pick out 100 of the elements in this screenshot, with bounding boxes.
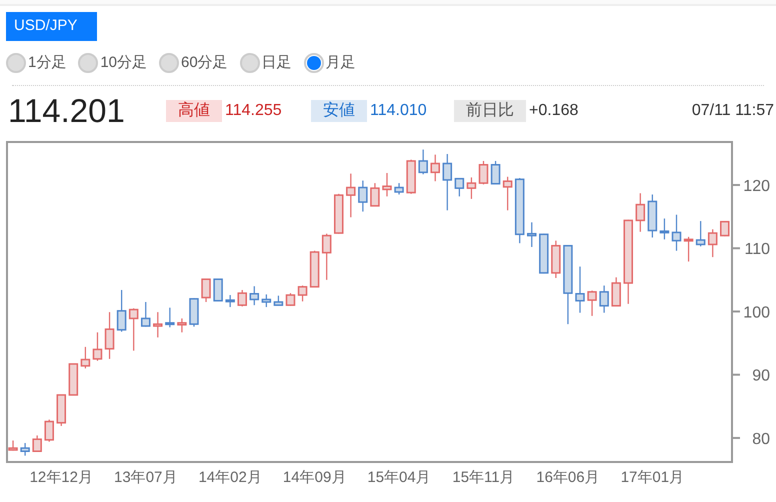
- candlestick: [672, 214, 682, 251]
- axis-tick: [732, 436, 740, 439]
- period-radio[interactable]: 月足: [304, 52, 356, 74]
- candlestick: [274, 296, 284, 306]
- candlestick: [539, 234, 549, 274]
- candlestick: [165, 308, 175, 328]
- candlestick: [708, 229, 718, 258]
- radio-button[interactable]: [240, 53, 260, 73]
- candlestick: [56, 394, 66, 426]
- candlestick: [418, 150, 428, 174]
- candlestick: [587, 290, 597, 316]
- y-axis-label: 110: [744, 241, 770, 258]
- x-axis-label: 16年06月: [536, 469, 600, 486]
- candlestick: [68, 363, 78, 396]
- candlestick: [8, 440, 18, 451]
- candlestick: [177, 318, 187, 332]
- candlestick: [575, 266, 585, 313]
- period-radio[interactable]: 10分足: [78, 52, 148, 74]
- candlestick: [720, 220, 730, 236]
- candlestick: [140, 302, 150, 327]
- candlestick: [370, 183, 380, 207]
- period-radio[interactable]: 日足: [240, 52, 292, 74]
- candlestick: [32, 435, 42, 452]
- candlestick: [116, 290, 126, 332]
- candlestick: [394, 183, 404, 194]
- currency-pair-button[interactable]: USD/JPY: [6, 12, 97, 41]
- candlestick: [502, 176, 512, 210]
- candlestick: [648, 194, 658, 238]
- candlestick: [358, 180, 368, 212]
- stat-value: 114.255: [225, 101, 282, 121]
- x-axis-label: 17年01月: [620, 469, 684, 486]
- y-axis-label: 120: [743, 178, 770, 195]
- candlestick: [406, 160, 416, 194]
- axis-tick: [732, 374, 740, 376]
- stat-label: 高値: [166, 100, 222, 122]
- candlestick: [660, 218, 670, 240]
- radio-button[interactable]: [159, 53, 180, 73]
- y-axis-label: 90: [752, 368, 770, 385]
- candlestick: [225, 295, 235, 308]
- candlestick: [201, 278, 211, 302]
- candlestick: [382, 173, 392, 196]
- period-radio[interactable]: 60分足: [159, 52, 228, 74]
- radio-button[interactable]: [78, 53, 98, 73]
- candlestick: [514, 178, 524, 244]
- candlestick: [128, 308, 138, 351]
- candlestick: [551, 240, 561, 278]
- stat-value: +0.168: [529, 101, 578, 121]
- candlestick: [490, 160, 500, 184]
- axis-tick: [732, 310, 740, 312]
- candlestick: [286, 293, 296, 306]
- candlestick: [80, 346, 90, 368]
- candlestick: [684, 236, 694, 262]
- candlestick: [237, 290, 247, 306]
- candlestick: [430, 154, 440, 182]
- candlestick: [334, 194, 344, 234]
- current-price: 114.201: [8, 91, 126, 132]
- candlestick: [599, 286, 609, 313]
- period-radio[interactable]: 1分足: [6, 52, 66, 74]
- period-label: 1分足: [28, 52, 66, 73]
- axis-tick: [732, 184, 740, 186]
- candlestick: [153, 312, 163, 338]
- candlestick: [527, 222, 536, 247]
- period-label: 10分足: [100, 52, 148, 73]
- period-label: 日足: [262, 52, 292, 73]
- candlestick: [213, 278, 223, 302]
- axis-tick: [732, 247, 740, 250]
- stat-value: 114.010: [370, 101, 427, 121]
- y-axis-label: 100: [743, 304, 770, 322]
- candlestick: [250, 286, 260, 306]
- candlestick: [454, 178, 464, 196]
- stat-label: 前日比: [454, 100, 526, 122]
- x-axis-label: 15年11月: [452, 469, 515, 486]
- x-axis-label: 15年04月: [367, 469, 431, 486]
- candlestick: [696, 221, 706, 246]
- candlestick: [636, 193, 646, 232]
- candlestick: [478, 160, 488, 184]
- radio-button[interactable]: [6, 53, 26, 73]
- x-axis-label: 13年07月: [114, 469, 178, 486]
- candlestick: [346, 174, 356, 218]
- radio-button[interactable]: [304, 53, 324, 73]
- candlestick: [262, 294, 272, 308]
- candlestick: [20, 443, 30, 456]
- period-label: 60分足: [181, 52, 228, 73]
- candlestick: [442, 154, 452, 210]
- timestamp: 07/11 11:57: [692, 101, 774, 121]
- candlestick: [92, 332, 102, 361]
- x-axis-label: 12年12月: [30, 469, 93, 486]
- candlestick: [189, 298, 199, 327]
- candlestick: [466, 177, 476, 199]
- candlestick: [104, 312, 114, 359]
- candlestick: [611, 277, 621, 307]
- stat-label: 安値: [311, 100, 367, 122]
- period-label: 月足: [326, 52, 356, 73]
- candlestick: [298, 286, 308, 302]
- y-axis-label: 80: [752, 430, 770, 448]
- x-axis-label: 14年02月: [198, 469, 262, 486]
- candlestick: [310, 250, 320, 288]
- candlestick: [44, 420, 54, 442]
- x-axis-label: 14年09月: [282, 469, 346, 486]
- candlestick: [322, 234, 332, 280]
